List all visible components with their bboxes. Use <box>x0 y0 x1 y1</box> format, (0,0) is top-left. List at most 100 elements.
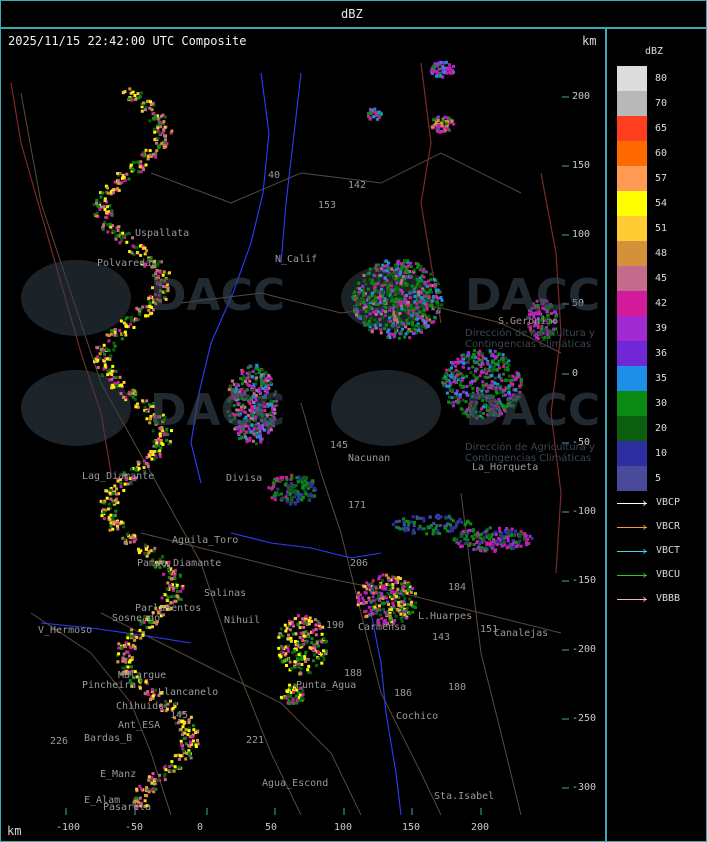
echo-pixel <box>372 115 376 119</box>
echo-pixel <box>122 380 126 384</box>
echo-pixel <box>370 599 374 603</box>
echo-pixel <box>178 573 182 577</box>
echo-pixel <box>445 379 449 383</box>
echo-pixel <box>136 160 140 164</box>
echo-pixel <box>106 223 109 227</box>
echo-pixel <box>179 739 183 743</box>
echo-pixel <box>381 309 385 312</box>
echo-pixel <box>524 534 528 538</box>
echo-pixel <box>127 660 131 664</box>
echo-pixel <box>144 163 148 167</box>
echo-pixel <box>397 576 400 580</box>
echo-pixel <box>321 625 325 629</box>
echo-pixel <box>455 374 459 377</box>
echo-pixel <box>189 715 193 719</box>
echo-pixel <box>150 781 154 785</box>
echo-pixel <box>380 601 384 605</box>
echo-pixel <box>108 222 112 226</box>
echo-pixel <box>148 149 152 153</box>
echo-pixel <box>131 395 135 399</box>
echo-pixel <box>479 536 483 540</box>
echo-pixel <box>122 395 125 399</box>
echo-pixel <box>445 384 449 388</box>
echo-pixel <box>162 774 166 778</box>
echo-pixel <box>522 538 526 541</box>
echo-pixel <box>374 312 378 316</box>
echo-pixel <box>106 191 110 195</box>
echo-pixel <box>320 632 324 636</box>
echo-pixel <box>404 332 408 336</box>
echo-pixel <box>404 616 408 620</box>
echo-pixel <box>382 607 385 611</box>
echo-pixel <box>302 631 306 635</box>
echo-pixel <box>166 581 170 585</box>
echo-pixel <box>130 167 134 171</box>
echo-pixel <box>428 304 432 308</box>
echo-pixel <box>158 449 162 453</box>
echo-pixel <box>277 493 281 497</box>
echo-pixel <box>399 302 403 306</box>
echo-pixel <box>357 600 360 604</box>
echo-pixel <box>122 525 126 529</box>
echo-pixel <box>109 212 113 216</box>
y-tick-label: -150 <box>572 575 597 586</box>
echo-pixel <box>446 529 449 533</box>
echo-pixel <box>295 657 299 661</box>
top-title-bar: dBZ <box>0 0 707 28</box>
echo-pixel <box>363 585 367 588</box>
echo-pixel <box>311 630 315 634</box>
echo-pixel <box>409 275 413 279</box>
echo-pixel <box>321 655 325 658</box>
echo-pixel <box>492 354 496 358</box>
radar-name-label: VBCP <box>656 497 681 508</box>
echo-pixel <box>304 615 308 618</box>
echo-pixel <box>394 520 398 524</box>
echo-pixel <box>314 623 318 627</box>
echo-pixel <box>154 688 158 692</box>
echo-pixel <box>377 599 381 602</box>
echo-pixel <box>368 612 372 616</box>
echo-pixel <box>398 312 402 315</box>
echo-pixel <box>471 355 474 359</box>
echo-pixel <box>451 361 455 365</box>
y-tick-label: 150 <box>572 160 591 171</box>
echo-pixel <box>467 351 471 355</box>
echo-pixel <box>157 122 161 126</box>
echo-pixel <box>128 87 132 91</box>
echo-pixel <box>154 456 158 460</box>
echo-pixel <box>131 536 135 540</box>
echo-pixel <box>368 110 372 114</box>
echo-pixel <box>267 486 271 490</box>
echo-pixel <box>165 598 169 602</box>
echo-pixel <box>494 362 498 366</box>
echo-pixel <box>106 369 110 373</box>
echo-pixel <box>376 303 380 307</box>
echo-pixel <box>373 274 377 278</box>
echo-pixel <box>405 283 409 287</box>
echo-pixel <box>187 729 191 733</box>
echo-pixel <box>128 645 132 649</box>
route-number-label: 153 <box>318 200 337 211</box>
echo-pixel <box>394 297 398 301</box>
x-tick-label: -100 <box>56 822 81 833</box>
echo-pixel <box>369 316 373 320</box>
echo-pixel <box>108 528 112 532</box>
echo-pixel <box>146 464 150 468</box>
legend-swatch-label: 5 <box>655 473 662 484</box>
echo-pixel <box>435 300 439 304</box>
echo-pixel <box>109 488 113 492</box>
echo-pixel <box>418 284 422 288</box>
echo-pixel <box>510 530 513 534</box>
echo-pixel <box>447 514 451 518</box>
echo-pixel <box>288 683 292 687</box>
echo-pixel <box>179 597 183 601</box>
echo-pixel <box>288 660 292 664</box>
echo-pixel <box>376 282 380 286</box>
echo-pixel <box>300 638 304 641</box>
echo-pixel <box>102 223 106 227</box>
echo-pixel <box>121 91 125 95</box>
echo-pixel <box>242 375 246 379</box>
echo-pixel <box>485 541 489 545</box>
echo-pixel <box>162 572 166 576</box>
echo-pixel <box>287 633 290 637</box>
